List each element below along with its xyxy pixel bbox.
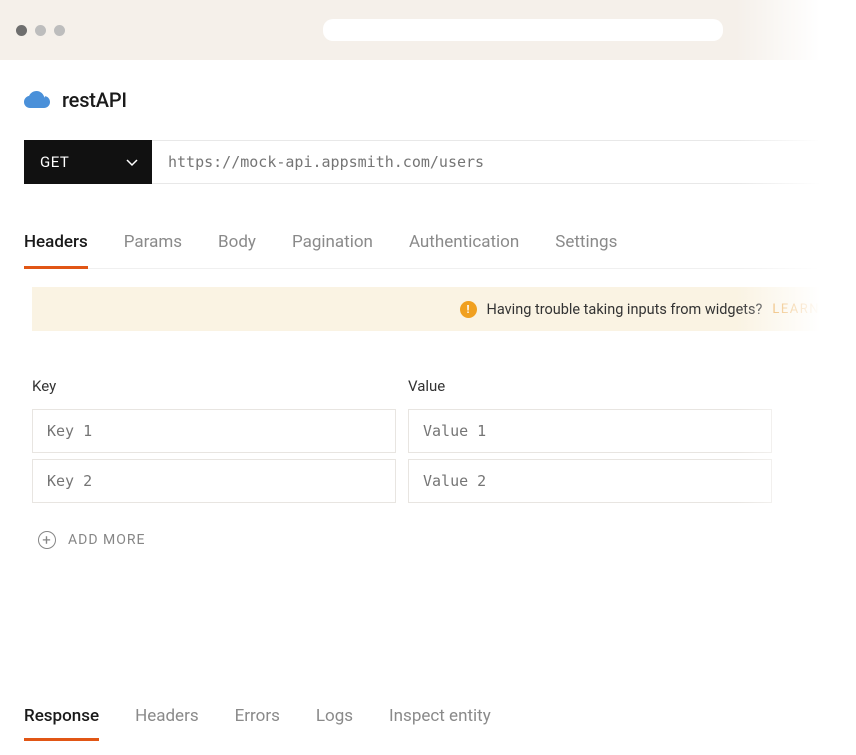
tab-params[interactable]: Params (124, 232, 182, 269)
window-titlebar (0, 0, 856, 60)
banner-text: Having trouble taking inputs from widget… (487, 301, 763, 318)
api-title-row: restAPI (24, 88, 836, 112)
tab-authentication[interactable]: Authentication (409, 232, 519, 269)
url-input[interactable] (152, 140, 836, 184)
plus-circle-icon: + (38, 531, 56, 549)
request-tabs: Headers Params Body Pagination Authentic… (24, 232, 836, 269)
btab-logs[interactable]: Logs (316, 706, 353, 741)
help-banner: ! Having trouble taking inputs from widg… (32, 287, 836, 331)
http-method-select[interactable]: GET (24, 140, 152, 184)
btab-headers[interactable]: Headers (135, 706, 199, 741)
value-input-1[interactable] (408, 409, 772, 453)
add-more-label: ADD MORE (68, 532, 145, 548)
traffic-light-minimize[interactable] (35, 25, 46, 36)
titlebar-search-pill[interactable] (323, 19, 723, 41)
chevron-down-icon (126, 153, 138, 171)
response-tabs: Response Headers Errors Logs Inspect ent… (24, 706, 832, 741)
cloud-icon (24, 91, 50, 109)
traffic-light-maximize[interactable] (54, 25, 65, 36)
tab-body[interactable]: Body (218, 232, 256, 269)
key-input-2[interactable] (32, 459, 396, 503)
tab-pagination[interactable]: Pagination (292, 232, 373, 269)
add-more-button[interactable]: + ADD MORE (38, 531, 836, 549)
warning-icon: ! (460, 301, 477, 318)
btab-response[interactable]: Response (24, 706, 99, 741)
key-column-label: Key (32, 377, 396, 395)
key-input-1[interactable] (32, 409, 396, 453)
tab-headers[interactable]: Headers (24, 232, 88, 269)
response-panel: Response Headers Errors Logs Inspect ent… (0, 706, 856, 755)
value-input-2[interactable] (408, 459, 772, 503)
banner-learn-link[interactable]: LEARN (772, 302, 820, 317)
http-method-label: GET (40, 153, 69, 171)
request-row: GET (24, 140, 836, 184)
btab-inspect-entity[interactable]: Inspect entity (389, 706, 491, 741)
headers-kv-section: Key Value (24, 377, 836, 509)
value-column-label: Value (408, 377, 772, 395)
api-name: restAPI (62, 88, 127, 112)
traffic-light-close[interactable] (16, 25, 27, 36)
tab-settings[interactable]: Settings (555, 232, 617, 269)
btab-errors[interactable]: Errors (235, 706, 280, 741)
